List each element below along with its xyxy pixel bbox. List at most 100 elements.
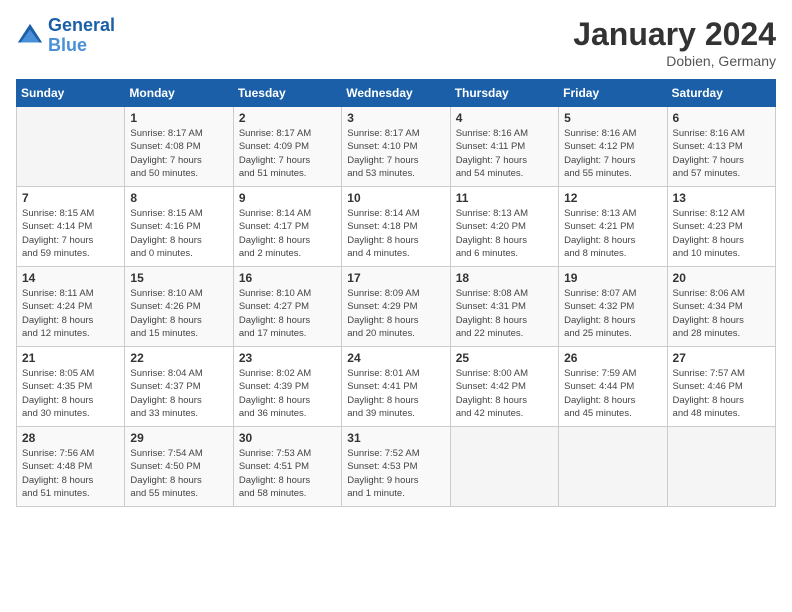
calendar-cell: 10 Sunrise: 8:14 AM Sunset: 4:18 PM Dayli…	[342, 187, 450, 267]
day-info: Sunrise: 8:15 AM Sunset: 4:16 PM Dayligh…	[130, 207, 227, 260]
day-info: Sunrise: 8:00 AM Sunset: 4:42 PM Dayligh…	[456, 367, 553, 420]
day-number: 6	[673, 111, 770, 125]
day-info: Sunrise: 8:14 AM Sunset: 4:18 PM Dayligh…	[347, 207, 444, 260]
day-info: Sunrise: 8:17 AM Sunset: 4:09 PM Dayligh…	[239, 127, 336, 180]
day-info: Sunrise: 8:02 AM Sunset: 4:39 PM Dayligh…	[239, 367, 336, 420]
day-number: 20	[673, 271, 770, 285]
calendar-week-row: 7 Sunrise: 8:15 AM Sunset: 4:14 PM Daylig…	[17, 187, 776, 267]
calendar-cell: 9 Sunrise: 8:14 AM Sunset: 4:17 PM Daylig…	[233, 187, 341, 267]
logo-icon	[16, 22, 44, 50]
day-info: Sunrise: 8:10 AM Sunset: 4:27 PM Dayligh…	[239, 287, 336, 340]
calendar-cell: 22Sunrise: 8:04 AM Sunset: 4:37 PM Dayli…	[125, 347, 233, 427]
day-number: 28	[22, 431, 119, 445]
day-number: 30	[239, 431, 336, 445]
day-info: Sunrise: 8:01 AM Sunset: 4:41 PM Dayligh…	[347, 367, 444, 420]
day-number: 14	[22, 271, 119, 285]
day-info: Sunrise: 8:13 AM Sunset: 4:21 PM Dayligh…	[564, 207, 661, 260]
calendar-cell: 16 Sunrise: 8:10 AM Sunset: 4:27 PM Dayli…	[233, 267, 341, 347]
calendar-week-row: 28 Sunrise: 7:56 AM Sunset: 4:48 PM Dayli…	[17, 427, 776, 507]
day-number: 15	[130, 271, 227, 285]
calendar-cell: 3 Sunrise: 8:17 AM Sunset: 4:10 PM Daylig…	[342, 107, 450, 187]
calendar-cell: 2 Sunrise: 8:17 AM Sunset: 4:09 PM Daylig…	[233, 107, 341, 187]
day-info: Sunrise: 8:16 AM Sunset: 4:13 PM Dayligh…	[673, 127, 770, 180]
day-number: 25	[456, 351, 553, 365]
calendar-cell: 11Sunrise: 8:13 AM Sunset: 4:20 PM Dayli…	[450, 187, 558, 267]
day-number: 5	[564, 111, 661, 125]
day-number: 3	[347, 111, 444, 125]
day-number: 21	[22, 351, 119, 365]
day-number: 19	[564, 271, 661, 285]
day-number: 8	[130, 191, 227, 205]
day-number: 2	[239, 111, 336, 125]
calendar-cell: 28 Sunrise: 7:56 AM Sunset: 4:48 PM Dayli…	[17, 427, 125, 507]
day-number: 1	[130, 111, 227, 125]
calendar-week-row: 1 Sunrise: 8:17 AM Sunset: 4:08 PM Daylig…	[17, 107, 776, 187]
calendar-cell: 20 Sunrise: 8:06 AM Sunset: 4:34 PM Dayli…	[667, 267, 775, 347]
day-header-monday: Monday	[125, 80, 233, 107]
day-header-friday: Friday	[559, 80, 667, 107]
location: Dobien, Germany	[573, 53, 776, 69]
calendar-cell: 14 Sunrise: 8:11 AM Sunset: 4:24 PM Dayli…	[17, 267, 125, 347]
day-header-tuesday: Tuesday	[233, 80, 341, 107]
calendar-cell	[559, 427, 667, 507]
calendar-cell: 12Sunrise: 8:13 AM Sunset: 4:21 PM Dayli…	[559, 187, 667, 267]
day-number: 16	[239, 271, 336, 285]
calendar-cell	[17, 107, 125, 187]
days-header-row: SundayMondayTuesdayWednesdayThursdayFrid…	[17, 80, 776, 107]
calendar-cell: 23Sunrise: 8:02 AM Sunset: 4:39 PM Dayli…	[233, 347, 341, 427]
day-info: Sunrise: 7:56 AM Sunset: 4:48 PM Dayligh…	[22, 447, 119, 500]
day-number: 9	[239, 191, 336, 205]
calendar-cell: 19 Sunrise: 8:07 AM Sunset: 4:32 PM Dayli…	[559, 267, 667, 347]
day-info: Sunrise: 8:05 AM Sunset: 4:35 PM Dayligh…	[22, 367, 119, 420]
calendar-cell: 21 Sunrise: 8:05 AM Sunset: 4:35 PM Dayli…	[17, 347, 125, 427]
day-info: Sunrise: 8:11 AM Sunset: 4:24 PM Dayligh…	[22, 287, 119, 340]
calendar-week-row: 21 Sunrise: 8:05 AM Sunset: 4:35 PM Dayli…	[17, 347, 776, 427]
day-header-thursday: Thursday	[450, 80, 558, 107]
day-number: 24	[347, 351, 444, 365]
calendar-cell: 24 Sunrise: 8:01 AM Sunset: 4:41 PM Dayli…	[342, 347, 450, 427]
day-info: Sunrise: 8:16 AM Sunset: 4:12 PM Dayligh…	[564, 127, 661, 180]
day-info: Sunrise: 8:12 AM Sunset: 4:23 PM Dayligh…	[673, 207, 770, 260]
day-number: 18	[456, 271, 553, 285]
calendar-cell: 6 Sunrise: 8:16 AM Sunset: 4:13 PM Daylig…	[667, 107, 775, 187]
day-info: Sunrise: 8:17 AM Sunset: 4:08 PM Dayligh…	[130, 127, 227, 180]
day-number: 26	[564, 351, 661, 365]
calendar-cell: 17Sunrise: 8:09 AM Sunset: 4:29 PM Dayli…	[342, 267, 450, 347]
day-info: Sunrise: 8:06 AM Sunset: 4:34 PM Dayligh…	[673, 287, 770, 340]
day-info: Sunrise: 8:08 AM Sunset: 4:31 PM Dayligh…	[456, 287, 553, 340]
title-block: January 2024 Dobien, Germany	[573, 16, 776, 69]
day-number: 27	[673, 351, 770, 365]
page-header: General Blue January 2024 Dobien, German…	[16, 16, 776, 69]
calendar-cell: 8 Sunrise: 8:15 AM Sunset: 4:16 PM Daylig…	[125, 187, 233, 267]
logo-text: General Blue	[48, 16, 115, 56]
calendar-cell: 18 Sunrise: 8:08 AM Sunset: 4:31 PM Dayli…	[450, 267, 558, 347]
day-info: Sunrise: 8:10 AM Sunset: 4:26 PM Dayligh…	[130, 287, 227, 340]
calendar-cell: 15 Sunrise: 8:10 AM Sunset: 4:26 PM Dayli…	[125, 267, 233, 347]
day-info: Sunrise: 8:07 AM Sunset: 4:32 PM Dayligh…	[564, 287, 661, 340]
day-info: Sunrise: 8:15 AM Sunset: 4:14 PM Dayligh…	[22, 207, 119, 260]
calendar-cell	[450, 427, 558, 507]
calendar-cell: 30Sunrise: 7:53 AM Sunset: 4:51 PM Dayli…	[233, 427, 341, 507]
day-info: Sunrise: 7:59 AM Sunset: 4:44 PM Dayligh…	[564, 367, 661, 420]
day-number: 22	[130, 351, 227, 365]
month-title: January 2024	[573, 16, 776, 53]
day-number: 29	[130, 431, 227, 445]
day-header-sunday: Sunday	[17, 80, 125, 107]
calendar-cell: 25 Sunrise: 8:00 AM Sunset: 4:42 PM Dayli…	[450, 347, 558, 427]
calendar-cell: 27 Sunrise: 7:57 AM Sunset: 4:46 PM Dayli…	[667, 347, 775, 427]
day-number: 7	[22, 191, 119, 205]
day-info: Sunrise: 8:16 AM Sunset: 4:11 PM Dayligh…	[456, 127, 553, 180]
day-info: Sunrise: 8:17 AM Sunset: 4:10 PM Dayligh…	[347, 127, 444, 180]
day-header-wednesday: Wednesday	[342, 80, 450, 107]
day-info: Sunrise: 7:54 AM Sunset: 4:50 PM Dayligh…	[130, 447, 227, 500]
calendar-cell: 13Sunrise: 8:12 AM Sunset: 4:23 PM Dayli…	[667, 187, 775, 267]
calendar-cell: 4 Sunrise: 8:16 AM Sunset: 4:11 PM Daylig…	[450, 107, 558, 187]
day-info: Sunrise: 8:14 AM Sunset: 4:17 PM Dayligh…	[239, 207, 336, 260]
day-number: 4	[456, 111, 553, 125]
calendar-cell: 26 Sunrise: 7:59 AM Sunset: 4:44 PM Dayli…	[559, 347, 667, 427]
day-number: 17	[347, 271, 444, 285]
calendar-cell: 31Sunrise: 7:52 AM Sunset: 4:53 PM Dayli…	[342, 427, 450, 507]
day-number: 10	[347, 191, 444, 205]
day-info: Sunrise: 7:57 AM Sunset: 4:46 PM Dayligh…	[673, 367, 770, 420]
day-info: Sunrise: 7:52 AM Sunset: 4:53 PM Dayligh…	[347, 447, 444, 500]
